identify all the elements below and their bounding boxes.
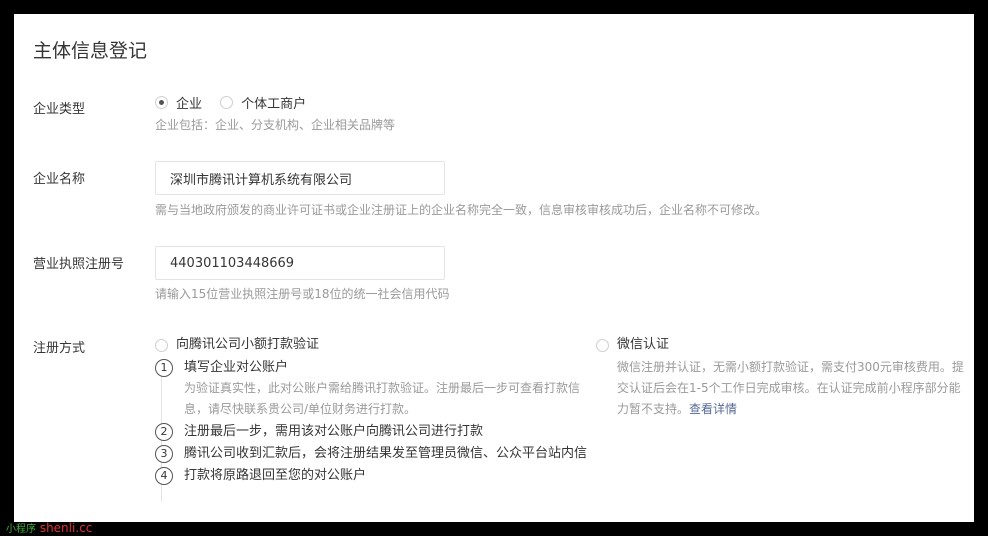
license-number-hint: 请输入15位营业执照注册号或18位的统一社会信用代码 [155, 287, 450, 301]
enterprise-type-hint: 企业包括：企业、分支机构、企业相关品牌等 [155, 118, 396, 132]
transfer-steps: 1 填写企业对公账户 为验证真实性，此对公账户需给腾讯打款验证。注册最后一步可查… [155, 358, 595, 502]
step-number-icon: 4 [155, 467, 173, 485]
transfer-verification-option: 向腾讯公司小额打款验证 1 填写企业对公账户 为验证真实性，此对公账户需给腾讯打… [155, 335, 595, 502]
wechat-desc-text: 微信注册并认证，无需小额打款验证，需支付300元审核费用。提交认证后会在1-5个… [617, 360, 964, 416]
registration-method-label: 注册方式 [33, 341, 86, 356]
step-text: 注册最后一步，需用该对公账户向腾讯公司进行打款 [184, 424, 484, 439]
enterprise-name-input[interactable] [155, 161, 445, 195]
radio-wechat-verification[interactable]: 微信认证 [596, 335, 968, 355]
wechat-verification-desc: 微信注册并认证，无需小额打款验证，需支付300元审核费用。提交认证后会在1-5个… [596, 357, 968, 420]
radio-unchecked-icon[interactable] [596, 338, 609, 352]
radio-enterprise-label: 企业 [176, 97, 203, 112]
main-panel: 主体信息登记 企业类型 企业 个体工商户 企业包括：企业、分支机构、企业相关品牌… [14, 14, 974, 522]
radio-transfer-verification[interactable]: 向腾讯公司小额打款验证 [155, 335, 595, 355]
step-item: 2 注册最后一步，需用该对公账户向腾讯公司进行打款 [155, 422, 595, 442]
wechat-verification-label: 微信认证 [617, 337, 670, 352]
radio-checked-icon[interactable] [155, 96, 168, 109]
step-number-icon: 2 [155, 423, 173, 441]
radio-enterprise[interactable]: 企业 [155, 93, 202, 112]
radio-unchecked-icon[interactable] [155, 338, 168, 352]
enterprise-name-label: 企业名称 [33, 172, 86, 187]
watermark-part1: 小程序 [6, 524, 36, 535]
enterprise-type-label: 企业类型 [33, 102, 86, 117]
page-title: 主体信息登记 [33, 40, 148, 62]
view-details-link[interactable]: 查看详情 [689, 402, 737, 416]
radio-individual-business[interactable]: 个体工商户 [220, 93, 306, 112]
radio-individual-label: 个体工商户 [241, 97, 307, 112]
step-item: 3 腾讯公司收到汇款后，会将注册结果发至管理员微信、公众平台站内信 [155, 444, 595, 464]
step-text: 填写企业对公账户 [184, 360, 289, 375]
radio-unchecked-icon[interactable] [220, 96, 234, 109]
watermark-part2: shenli.cc [36, 521, 93, 535]
watermark: 小程序 shenli.cc [6, 521, 92, 536]
step-item: 4 打款将原路退回至您的对公账户 [155, 466, 595, 486]
transfer-verification-label: 向腾讯公司小额打款验证 [176, 337, 320, 352]
enterprise-name-hint: 需与当地政府颁发的商业许可证书或企业注册证上的企业名称完全一致，信息审核审核成功… [155, 203, 768, 217]
step-number-icon: 1 [155, 359, 173, 377]
step-item: 1 填写企业对公账户 为验证真实性，此对公账户需给腾讯打款验证。注册最后一步可查… [155, 358, 595, 420]
step-desc: 为验证真实性，此对公账户需给腾讯打款验证。注册最后一步可查看打款信息，请尽快联系… [184, 381, 581, 416]
wechat-verification-option: 微信认证 微信注册并认证，无需小额打款验证，需支付300元审核费用。提交认证后会… [596, 335, 968, 420]
enterprise-type-radio-group: 企业 个体工商户 [155, 93, 320, 113]
step-text: 打款将原路退回至您的对公账户 [184, 468, 367, 483]
step-number-icon: 3 [155, 445, 173, 463]
step-text: 腾讯公司收到汇款后，会将注册结果发至管理员微信、公众平台站内信 [184, 446, 588, 461]
license-number-label: 营业执照注册号 [33, 257, 125, 272]
license-number-input[interactable] [155, 246, 445, 280]
